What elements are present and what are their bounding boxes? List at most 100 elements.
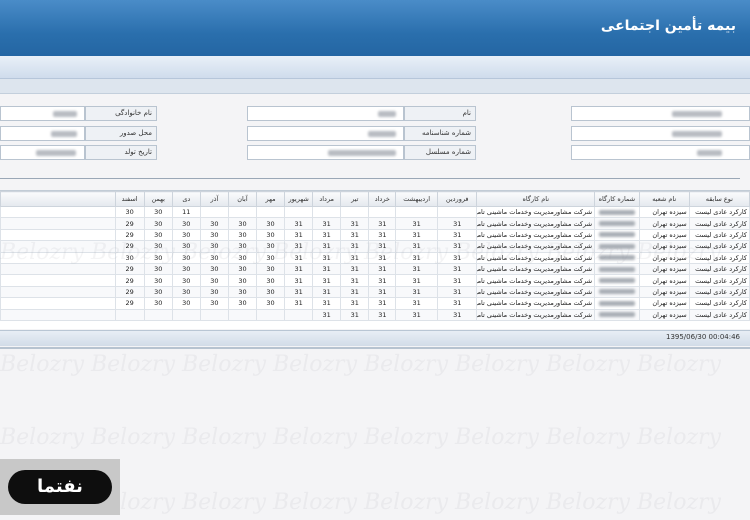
table-cell-empty [0, 285, 116, 299]
table-cell: 31 [312, 228, 342, 242]
column-header[interactable]: فروردین [436, 191, 478, 207]
table-row[interactable]: کارکرد عادی لیست سیزده تهران شرکت مشاورمدی… [0, 274, 750, 287]
column-header[interactable]: مهر [255, 191, 286, 207]
menu-bar [0, 56, 750, 79]
table-cell: 30 [255, 217, 286, 230]
table-cell: شرکت مشاورمدیریت وخدمات ماشینی تامین [476, 285, 596, 299]
table-cell: 31 [368, 297, 397, 310]
app-title: بیمه تأمین اجتماعی [600, 18, 736, 34]
issue-place-field[interactable] [0, 126, 85, 141]
redacted-workshop-number [598, 278, 635, 284]
table-cell: سیزده تهران [638, 205, 690, 219]
table-cell [340, 205, 370, 219]
table-cell: 30 [171, 274, 201, 287]
birth-date-field[interactable] [0, 145, 85, 160]
table-cell [594, 274, 640, 287]
table-cell: 31 [284, 228, 314, 242]
field-national-code[interactable] [571, 126, 750, 141]
table-cell: 30 [255, 228, 286, 242]
table-cell [594, 297, 640, 310]
column-header[interactable]: بهمن [143, 191, 173, 207]
table-cell [594, 285, 640, 299]
table-cell: 30 [143, 297, 173, 310]
table-cell: 30 [199, 217, 229, 230]
table-cell: 11 [171, 205, 201, 219]
table-cell: 30 [255, 297, 286, 310]
redacted-workshop-number [598, 300, 635, 306]
table-cell: کارکرد عادی لیست [688, 274, 750, 287]
id-number-field[interactable] [247, 126, 404, 141]
column-header[interactable]: آبان [227, 191, 258, 207]
table-cell: 31 [284, 297, 314, 310]
table-cell: 31 [436, 308, 478, 321]
watermark: Belozry Belozry Belozry Belozry Belozry … [0, 352, 721, 377]
status-timestamp: 1395/06/30 00:04:46 [665, 333, 740, 341]
table-cell: سیزده تهران [638, 297, 690, 310]
field-extra[interactable] [571, 145, 750, 160]
table-cell: 31 [368, 217, 397, 230]
tool-bar [0, 79, 750, 94]
column-header[interactable]: نوع سابقه [688, 191, 750, 207]
table-cell: 31 [436, 297, 478, 310]
table-cell [114, 308, 145, 321]
table-row[interactable]: کارکرد عادی لیست سیزده تهران شرکت مشاورمدی… [0, 205, 750, 219]
column-header[interactable]: تیر [340, 191, 370, 207]
column-header[interactable]: دی [171, 191, 201, 207]
table-cell: شرکت مشاورمدیریت وخدمات ماشینی تامین [476, 228, 596, 242]
table-row[interactable]: کارکرد عادی لیست سیزده تهران شرکت مشاورمدی… [0, 285, 750, 299]
birth-date-label: تاریخ تولد [85, 145, 157, 160]
status-divider [0, 347, 750, 349]
table-cell [436, 205, 478, 219]
serial-number-field[interactable] [247, 145, 404, 160]
table-cell: 30 [227, 285, 258, 299]
table-cell: 30 [171, 285, 201, 299]
logo-text: نفتما [8, 470, 112, 504]
column-header[interactable]: مرداد [312, 191, 342, 207]
first-name-label: نام [404, 106, 476, 121]
table-cell: 31 [284, 285, 314, 299]
table-cell: 30 [227, 274, 258, 287]
column-header[interactable]: شهریور [284, 191, 314, 207]
field-insurance-number[interactable] [571, 106, 750, 121]
app-banner: بیمه تأمین اجتماعی [0, 0, 750, 57]
table-cell [594, 217, 640, 230]
table-cell: 31 [312, 308, 342, 321]
table-row[interactable]: کارکرد عادی لیست سیزده تهران شرکت مشاورمدی… [0, 308, 750, 321]
table-cell [395, 205, 438, 219]
table-cell: شرکت مشاورمدیریت وخدمات ماشینی تامین [476, 308, 596, 321]
column-header[interactable]: اسفند [114, 191, 145, 207]
table-cell [143, 308, 173, 321]
table-cell: 29 [114, 228, 145, 242]
column-header[interactable]: نام شعبه [638, 191, 690, 207]
table-cell: 30 [255, 285, 286, 299]
redacted-workshop-number [598, 232, 635, 238]
table-cell: 30 [171, 297, 201, 310]
table-cell: 31 [340, 274, 370, 287]
table-row[interactable]: کارکرد عادی لیست سیزده تهران شرکت مشاورمدی… [0, 217, 750, 230]
table-cell: 31 [395, 228, 438, 242]
first-name-field[interactable] [247, 106, 404, 121]
table-cell: کارکرد عادی لیست [688, 205, 750, 219]
column-header[interactable]: خرداد [368, 191, 397, 207]
table-cell-empty [0, 217, 116, 230]
table-cell: 30 [171, 217, 201, 230]
column-header[interactable]: شماره کارگاه [594, 191, 640, 207]
id-number-label: شماره شناسنامه [404, 126, 476, 141]
table-cell: سیزده تهران [638, 285, 690, 299]
table-cell [594, 205, 640, 219]
table-cell: 29 [114, 274, 145, 287]
table-row[interactable]: کارکرد عادی لیست سیزده تهران شرکت مشاورمدی… [0, 297, 750, 310]
column-header[interactable]: نام کارگاه [476, 191, 596, 207]
table-cell: 30 [199, 297, 229, 310]
column-header[interactable]: آذر [199, 191, 229, 207]
column-header[interactable]: اردیبهشت [395, 191, 438, 207]
table-cell: 31 [312, 297, 342, 310]
table-cell: 31 [340, 285, 370, 299]
table-cell: 31 [312, 285, 342, 299]
table-cell [227, 205, 258, 219]
table-row[interactable]: کارکرد عادی لیست سیزده تهران شرکت مشاورمدی… [0, 228, 750, 242]
watermark: Belozry Belozry Belozry Belozry Belozry … [0, 425, 721, 450]
table-cell: 31 [340, 217, 370, 230]
table-cell: 30 [171, 228, 201, 242]
last-name-field[interactable] [0, 106, 85, 121]
